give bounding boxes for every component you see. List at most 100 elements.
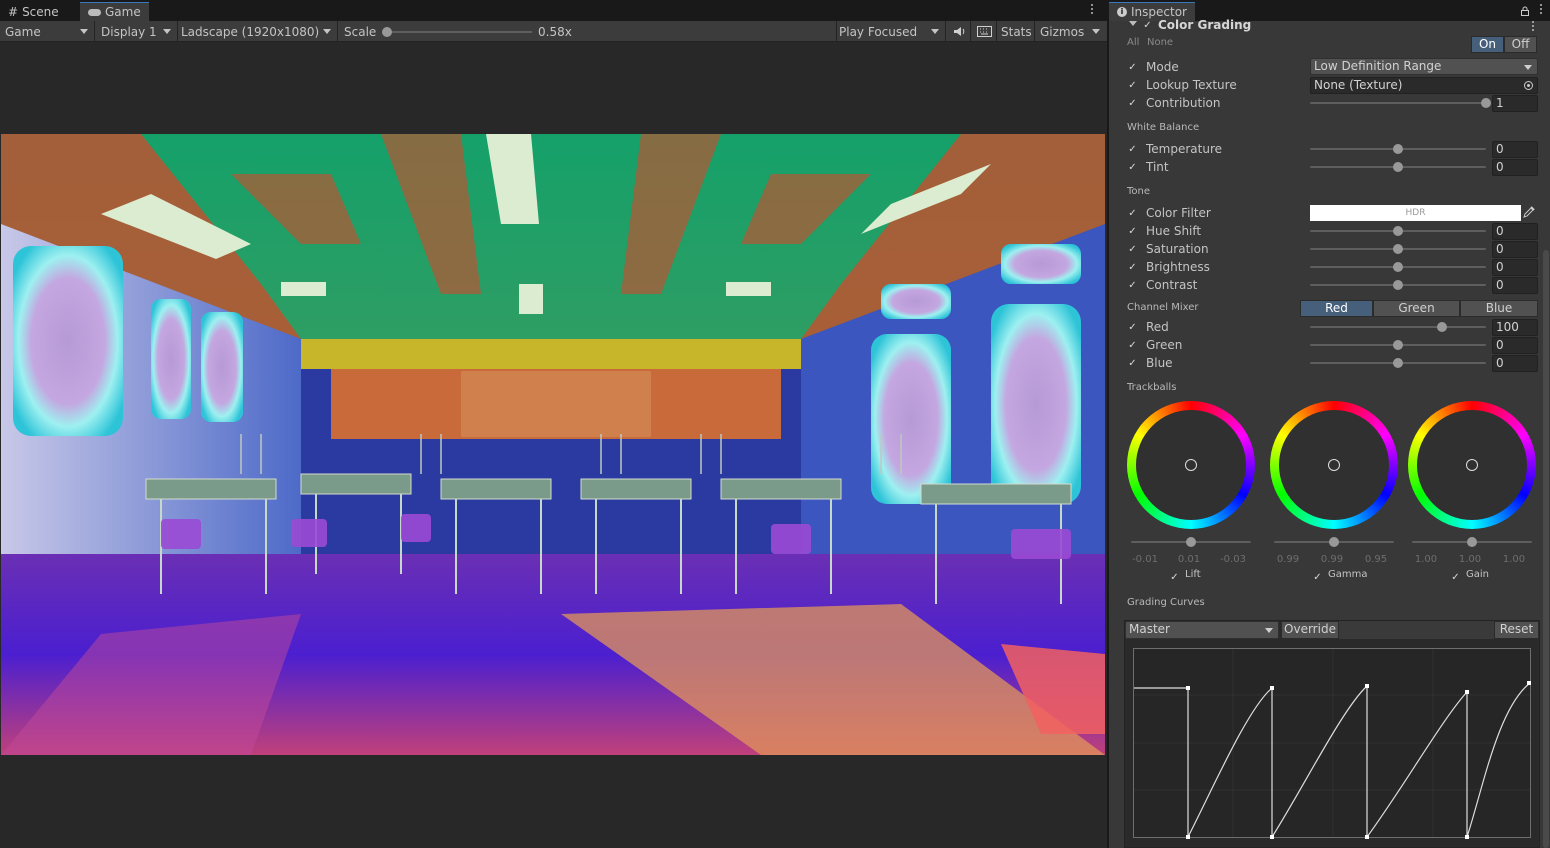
lock-icon[interactable]	[1521, 5, 1529, 16]
component-enabled-checkbox[interactable]: ✓	[1142, 20, 1153, 31]
speaker-icon[interactable]	[948, 21, 970, 42]
mixer-green-value-field[interactable]: 0	[1492, 337, 1538, 354]
temperature-slider-knob[interactable]	[1393, 144, 1403, 154]
channel-tab-blue[interactable]: Blue	[1460, 300, 1538, 317]
trackball-gain-value: 1.00	[1502, 554, 1526, 565]
on-button[interactable]: On	[1471, 36, 1504, 53]
mixer-blue-checkbox[interactable]: ✓	[1127, 358, 1138, 369]
info-icon: i	[1117, 7, 1127, 17]
off-button[interactable]: Off	[1504, 36, 1537, 53]
trackball-gamma-label: Gamma	[1328, 569, 1368, 580]
saturation-checkbox[interactable]: ✓	[1127, 244, 1138, 255]
scale-slider-knob[interactable]	[382, 27, 392, 37]
display-value: Display 1	[101, 24, 157, 39]
keyboard-icon[interactable]	[972, 21, 996, 42]
scale-label: Scale	[344, 24, 377, 39]
contrast-label: Contrast	[1146, 278, 1198, 292]
game-viewport[interactable]	[1, 134, 1105, 755]
trackball-lift[interactable]	[1127, 401, 1255, 529]
trackball-gain-offset-knob[interactable]	[1467, 537, 1477, 547]
trackball-gamma[interactable]	[1270, 401, 1398, 529]
trackball-lift-handle[interactable]	[1185, 459, 1197, 471]
trackball-gamma-handle[interactable]	[1328, 459, 1340, 471]
mixer-blue-slider-knob[interactable]	[1393, 358, 1403, 368]
contribution-label: Contribution	[1146, 96, 1221, 110]
contrast-checkbox[interactable]: ✓	[1127, 280, 1138, 291]
tint-checkbox[interactable]: ✓	[1127, 162, 1138, 173]
channel-tab-red[interactable]: Red	[1300, 300, 1373, 317]
saturation-value-field[interactable]: 0	[1492, 241, 1538, 258]
play-mode-dropdown[interactable]: Play Focused	[834, 21, 944, 42]
foldout-arrow-icon[interactable]	[1129, 21, 1137, 26]
color-filter-checkbox[interactable]: ✓	[1127, 208, 1138, 219]
tab-scene-label: Scene	[22, 4, 59, 19]
override-button[interactable]: Override	[1281, 621, 1339, 639]
contrast-value-field[interactable]: 0	[1492, 277, 1538, 294]
eyedropper-icon[interactable]	[1523, 206, 1537, 220]
brightness-slider-knob[interactable]	[1393, 262, 1403, 272]
contribution-slider-track[interactable]	[1310, 102, 1486, 104]
all-toggle-link[interactable]: All	[1127, 37, 1139, 48]
display-mode-dropdown[interactable]: Game	[0, 21, 93, 42]
trackball-lift-offset-knob[interactable]	[1186, 537, 1196, 547]
lookup-texture-checkbox[interactable]: ✓	[1127, 80, 1138, 91]
mixer-red-slider-track[interactable]	[1310, 326, 1486, 328]
temperature-value-field[interactable]: 0	[1492, 141, 1538, 158]
component-menu-kebab-icon[interactable]	[1531, 21, 1535, 33]
contribution-value-field[interactable]: 1	[1492, 95, 1538, 112]
tab-menu-kebab-icon[interactable]	[1090, 4, 1094, 16]
object-picker-icon[interactable]	[1524, 81, 1533, 90]
trackball-lift-checkbox[interactable]: ✓	[1169, 572, 1180, 583]
tint-slider-knob[interactable]	[1393, 162, 1403, 172]
component-header[interactable]: ✓ Color Grading	[1109, 18, 1550, 34]
inspector-scrollbar[interactable]	[1543, 250, 1549, 848]
brightness-checkbox[interactable]: ✓	[1127, 262, 1138, 273]
curve-graph[interactable]	[1133, 648, 1532, 842]
brightness-value-field[interactable]: 0	[1492, 259, 1538, 276]
hue-shift-checkbox[interactable]: ✓	[1127, 226, 1138, 237]
contrast-slider-knob[interactable]	[1393, 280, 1403, 290]
mixer-red-value-field[interactable]: 100	[1492, 319, 1538, 336]
none-toggle-link[interactable]: None	[1147, 37, 1173, 48]
trackball-gain-checkbox[interactable]: ✓	[1450, 572, 1461, 583]
channel-tab-green[interactable]: Green	[1373, 300, 1460, 317]
classroom-scene-image	[1, 134, 1105, 755]
mode-checkbox[interactable]: ✓	[1127, 62, 1138, 73]
tint-value-field[interactable]: 0	[1492, 159, 1538, 176]
contribution-slider-knob[interactable]	[1481, 98, 1491, 108]
grading-curves-header: Grading Curves	[1127, 597, 1205, 608]
mode-dropdown[interactable]: Low Definition Range	[1310, 58, 1538, 75]
tab-scene[interactable]: # Scene	[0, 2, 67, 21]
stats-button[interactable]: Stats	[996, 21, 1032, 42]
mixer-red-checkbox[interactable]: ✓	[1127, 322, 1138, 333]
mixer-blue-value-field[interactable]: 0	[1492, 355, 1538, 372]
mixer-red-slider-knob[interactable]	[1437, 322, 1447, 332]
hue-shift-value-field[interactable]: 0	[1492, 223, 1538, 240]
inspector-menu-kebab-icon[interactable]	[1539, 4, 1543, 16]
resolution-dropdown[interactable]: Ladscape (1920x1080)	[176, 21, 336, 42]
lookup-texture-field[interactable]: None (Texture)	[1310, 77, 1538, 94]
mixer-green-checkbox[interactable]: ✓	[1127, 340, 1138, 351]
trackball-gamma-offset-knob[interactable]	[1329, 537, 1339, 547]
trackball-gain-handle[interactable]	[1466, 459, 1478, 471]
play-mode-value: Play Focused	[839, 24, 918, 39]
tone-header: Tone	[1127, 186, 1151, 197]
saturation-slider-knob[interactable]	[1393, 244, 1403, 254]
mixer-green-slider-knob[interactable]	[1393, 340, 1403, 350]
trackball-gain-value: 1.00	[1414, 554, 1438, 565]
gizmos-dropdown[interactable]: Gizmos	[1035, 21, 1105, 42]
display-dropdown[interactable]: Display 1	[96, 21, 176, 42]
trackball-gamma-checkbox[interactable]: ✓	[1312, 572, 1323, 583]
trackball-lift-value: -0.03	[1220, 554, 1246, 565]
reset-button[interactable]: Reset	[1494, 621, 1539, 639]
curve-channel-dropdown[interactable]: Master	[1125, 621, 1279, 639]
tab-game[interactable]: Game	[80, 2, 149, 21]
contribution-checkbox[interactable]: ✓	[1127, 98, 1138, 109]
scale-slider-track[interactable]	[384, 31, 532, 33]
trackball-gain[interactable]	[1408, 401, 1536, 529]
hue-shift-slider-knob[interactable]	[1393, 226, 1403, 236]
inspector-panel: i Inspector ✓ Color Grading All None On …	[1109, 0, 1550, 848]
trackball-gain-label: Gain	[1466, 569, 1489, 580]
color-filter-swatch[interactable]: HDR	[1310, 205, 1521, 221]
temperature-checkbox[interactable]: ✓	[1127, 144, 1138, 155]
